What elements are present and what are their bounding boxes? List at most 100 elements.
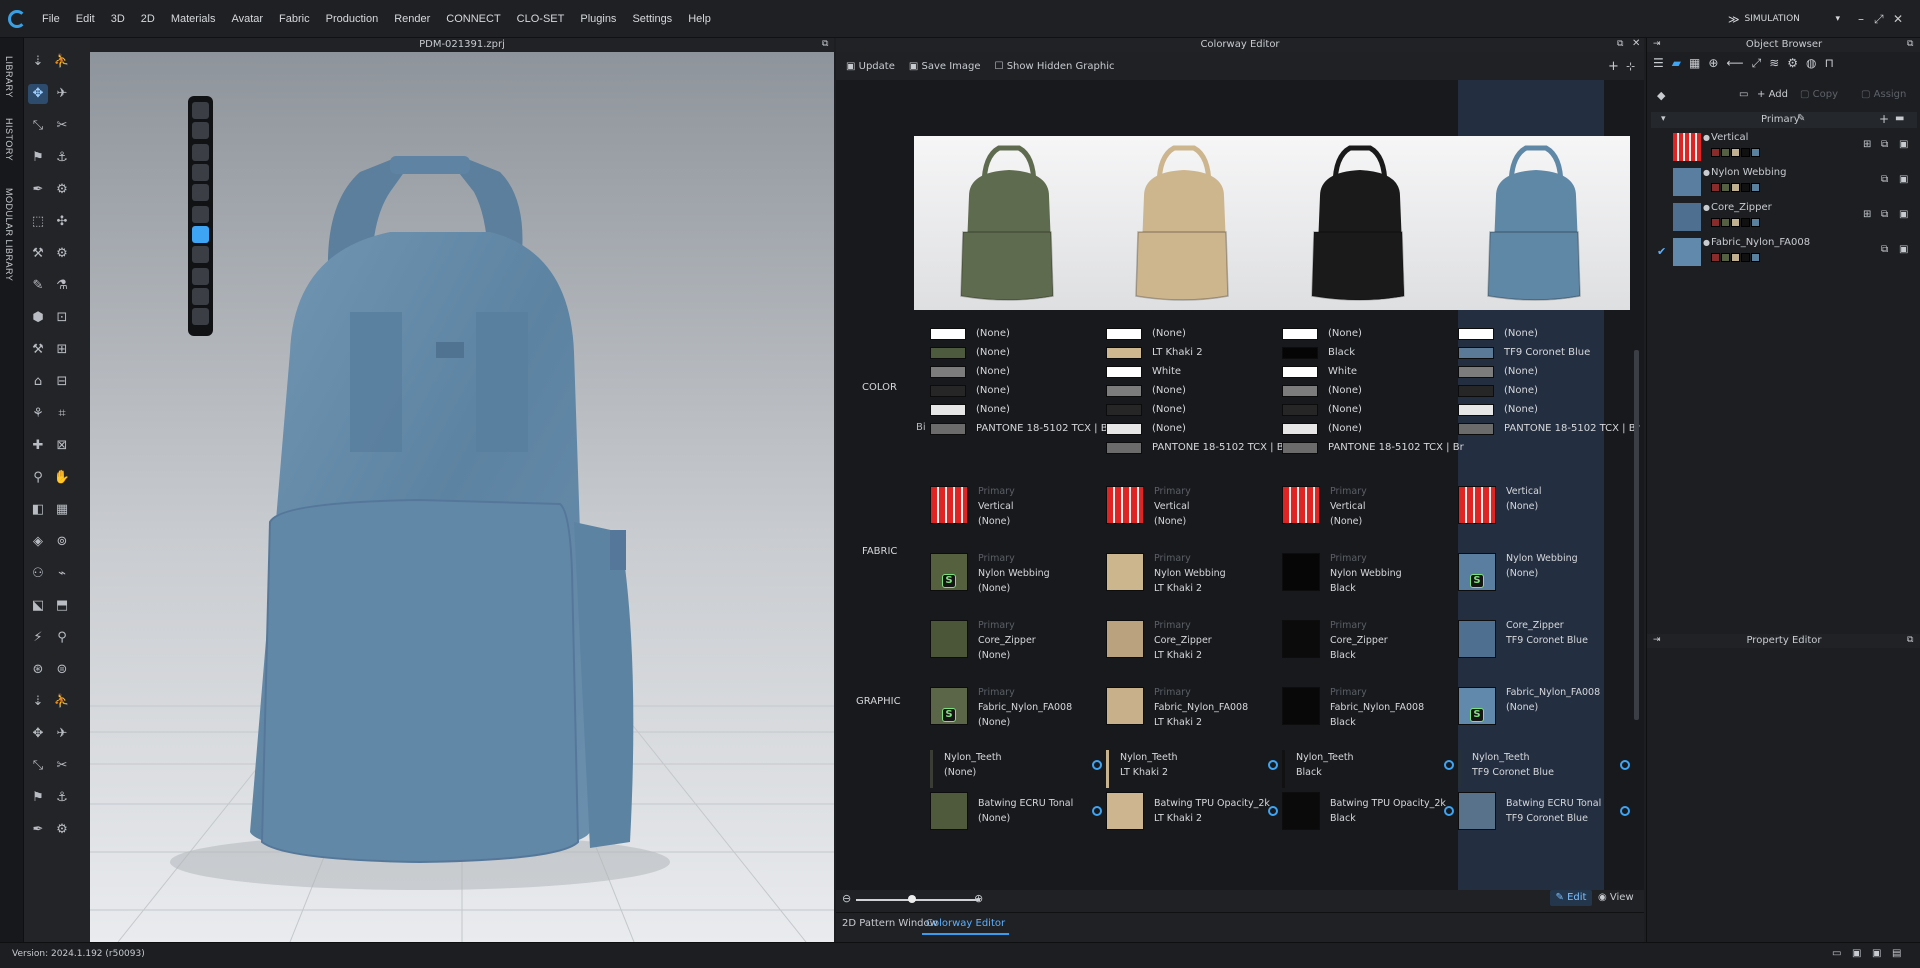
add-button[interactable]: + Add	[1757, 89, 1788, 100]
tool-1-a-icon[interactable]: ✥	[28, 84, 48, 104]
tool-8-b-icon[interactable]: ⊡	[52, 308, 72, 328]
fabric-icon[interactable]: ▰	[1672, 56, 1681, 70]
fabric-thumbnail[interactable]	[1458, 620, 1496, 658]
mode-dropdown[interactable]: ≫ SIMULATION ▾	[1728, 9, 1840, 29]
trim-icon[interactable]: ⚙	[1787, 56, 1798, 70]
color-swatch[interactable]	[1106, 423, 1142, 435]
tool-5-a-icon[interactable]: ⬚	[28, 212, 48, 232]
tool-14-b-icon[interactable]: ▦	[52, 500, 72, 520]
color-swatch[interactable]	[1458, 423, 1494, 435]
tool-18-b-icon[interactable]: ⚲	[52, 628, 72, 648]
tool-10-b-icon[interactable]: ⊟	[52, 372, 72, 392]
piping-icon[interactable]: ◍	[1806, 56, 1816, 70]
undock-icon[interactable]: ⧉	[1907, 635, 1913, 645]
visibility-eye-icon[interactable]	[1620, 760, 1630, 770]
visibility-eye-icon[interactable]	[1092, 806, 1102, 816]
puckering-icon[interactable]: ≋	[1769, 56, 1779, 70]
color-swatch[interactable]	[1282, 328, 1318, 340]
avatar-tool-7-icon[interactable]	[192, 246, 209, 263]
color-swatch[interactable]	[930, 404, 966, 416]
tool-22-b-icon[interactable]: ✂	[52, 756, 72, 776]
copy-icon[interactable]: ▣	[1899, 244, 1908, 255]
color-swatch[interactable]	[1282, 366, 1318, 378]
avatar-tool-4-icon[interactable]	[192, 184, 209, 201]
layout-3d-2d-icon[interactable]: ▣	[1852, 948, 1861, 959]
tool-19-a-icon[interactable]: ⊛	[28, 660, 48, 680]
add-icon[interactable]: ⊞	[1863, 139, 1871, 150]
duplicate-icon[interactable]: ⧉	[1881, 244, 1888, 255]
color-swatch[interactable]	[1458, 366, 1494, 378]
visibility-eye-icon[interactable]	[1268, 806, 1278, 816]
menu-connect[interactable]: CONNECT	[438, 13, 508, 25]
layout-2d-3d-icon[interactable]: ▣	[1872, 948, 1881, 959]
copy-button[interactable]: ▢ Copy	[1800, 89, 1838, 100]
3d-viewport[interactable]: PDM-021391.zprj ⧉	[90, 38, 834, 942]
tool-23-b-icon[interactable]: ⚓	[52, 788, 72, 808]
menu-3d[interactable]: 3D	[103, 13, 133, 25]
tool-4-b-icon[interactable]: ⚙	[52, 180, 72, 200]
avatar-tool-1-icon[interactable]	[192, 122, 209, 139]
maximize-icon[interactable]: ⤢	[1874, 12, 1884, 27]
update-button[interactable]: ▣ Update	[846, 61, 895, 72]
graphic-thumbnail[interactable]	[1106, 792, 1144, 830]
tool-22-a-icon[interactable]: ⤡	[28, 756, 48, 776]
button-icon[interactable]: ⊕	[1708, 56, 1718, 70]
tool-16-b-icon[interactable]: ⌁	[52, 564, 72, 584]
collapse-arrow-icon[interactable]: ▾	[1661, 114, 1666, 124]
layout-single-icon[interactable]: ▭	[1832, 948, 1841, 959]
add-colorway-icon[interactable]: +	[1608, 59, 1619, 74]
visibility-eye-icon[interactable]	[1092, 760, 1102, 770]
fabric-thumbnail[interactable]	[1282, 620, 1320, 658]
color-swatch[interactable]	[1106, 347, 1142, 359]
collapse-icon[interactable]: ⇥	[1653, 39, 1661, 49]
tool-13-a-icon[interactable]: ⚲	[28, 468, 48, 488]
visibility-eye-icon[interactable]	[1268, 760, 1278, 770]
graphic-thumbnail[interactable]	[1282, 792, 1320, 830]
vertical-scrollbar[interactable]	[1634, 350, 1639, 720]
duplicate-icon[interactable]: ⧉	[1881, 139, 1888, 150]
fabric-thumbnail[interactable]: S	[930, 687, 968, 725]
tab-history[interactable]: HISTORY	[4, 118, 14, 161]
tool-20-a-icon[interactable]: ⇣	[28, 692, 48, 712]
fabric-thumbnail[interactable]	[1106, 486, 1144, 524]
avatar-tool-2-icon[interactable]	[192, 144, 209, 161]
list-icon[interactable]: ☰	[1653, 56, 1664, 70]
minimize-icon[interactable]: –	[1858, 12, 1864, 26]
graphic-thumbnail[interactable]	[1458, 792, 1496, 830]
show-hidden-graphic-checkbox[interactable]: ☐ Show Hidden Graphic	[995, 61, 1115, 72]
color-swatch[interactable]	[1106, 385, 1142, 397]
menu-fabric[interactable]: Fabric	[271, 13, 318, 25]
tool-20-b-icon[interactable]: ⛹	[52, 692, 72, 712]
menu-help[interactable]: Help	[680, 13, 719, 25]
tool-10-a-icon[interactable]: ⌂	[28, 372, 48, 392]
fabric-thumbnail[interactable]	[1106, 553, 1144, 591]
menu-materials[interactable]: Materials	[163, 13, 224, 25]
avatar-tool-9-icon[interactable]	[192, 288, 209, 305]
zoom-out-icon[interactable]: ⊖	[842, 892, 851, 905]
color-swatch[interactable]	[1106, 328, 1142, 340]
close-panel-icon[interactable]: ✕	[1632, 38, 1640, 49]
layout-custom-icon[interactable]: ▤	[1892, 948, 1901, 959]
object-list-item[interactable]: ● Vertical ⊞ ⧉ ▣	[1651, 130, 1917, 164]
avatar-tool-8-icon[interactable]	[192, 268, 209, 285]
avatar-tool-6-icon[interactable]	[192, 226, 209, 243]
tool-23-a-icon[interactable]: ⚑	[28, 788, 48, 808]
fabric-thumbnail[interactable]	[930, 486, 968, 524]
menu-edit[interactable]: Edit	[68, 13, 103, 25]
collapse-icon[interactable]: ⇥	[1653, 635, 1661, 645]
duplicate-icon[interactable]: ⧉	[1881, 174, 1888, 185]
tab-library[interactable]: LIBRARY	[4, 56, 14, 98]
folder-icon[interactable]: ▭	[1739, 89, 1748, 100]
color-swatch[interactable]	[1458, 347, 1494, 359]
tool-3-b-icon[interactable]: ⚓	[52, 148, 72, 168]
fabric-thumbnail[interactable]: S	[930, 553, 968, 591]
avatar-tool-5-icon[interactable]	[192, 206, 209, 223]
fabric-thumbnail[interactable]: S	[1458, 553, 1496, 591]
color-swatch[interactable]	[1282, 385, 1318, 397]
menu-plugins[interactable]: Plugins	[572, 13, 624, 25]
fabric-thumbnail[interactable]	[1282, 687, 1320, 725]
tool-5-b-icon[interactable]: ✣	[52, 212, 72, 232]
object-list-item[interactable]: ✔ ● Fabric_Nylon_FA008 ⧉ ▣	[1651, 235, 1917, 269]
color-swatch[interactable]	[1282, 423, 1318, 435]
tool-17-b-icon[interactable]: ⬒	[52, 596, 72, 616]
